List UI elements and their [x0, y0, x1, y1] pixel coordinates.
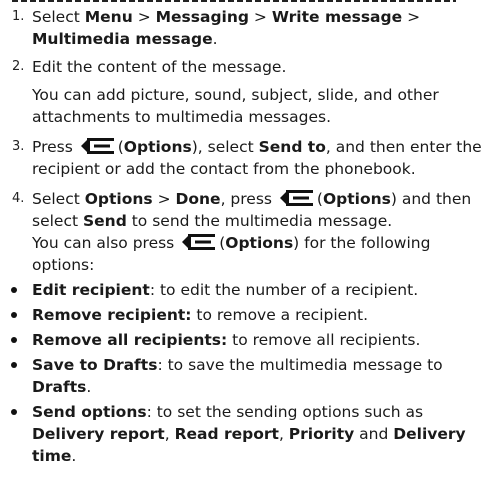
bullet-text: to remove a recipient. [191, 306, 369, 324]
bullet-dot [11, 362, 17, 368]
bullet-term: Remove all recipients: [32, 331, 228, 349]
bullet-text: , [278, 425, 289, 443]
bullet-text: : to set the sending options such as [146, 403, 424, 421]
bullet-text: , [164, 425, 175, 443]
left-softkey-icon [279, 188, 314, 208]
options-term: Options [225, 234, 294, 252]
send-to-term: Send to [258, 138, 326, 156]
options-term: Options [322, 190, 391, 208]
bullet-text: and [354, 425, 394, 443]
separator: > [402, 8, 421, 26]
options-term: Options [123, 138, 192, 156]
bullet-edit-recipient: Edit recipient: to edit the number of a … [0, 279, 496, 301]
instructions: 1. Select Menu > Messaging > Write messa… [0, 6, 496, 467]
step-text: , press [220, 190, 277, 208]
multimedia-message-term: Multimedia message [32, 30, 213, 48]
step-4-note: You can also press (Options) for the fol… [32, 232, 431, 274]
bullet-send-options: Send options: to set the sending options… [0, 401, 496, 467]
drafts-term: Drafts [32, 378, 87, 396]
step-text: to send the multimedia message. [126, 212, 393, 230]
delivery-report-term: Delivery report [32, 425, 165, 443]
step-3: 3. Press (Options), select Send to, and … [12, 136, 482, 178]
bullet-dot [11, 409, 17, 415]
separator: > [152, 190, 176, 208]
bullet-dot [11, 287, 17, 293]
write-message-term: Write message [271, 8, 403, 26]
bullet-text: : to edit the number of a recipient. [149, 281, 419, 299]
step-number: 1. [12, 9, 25, 24]
step-number: 4. [12, 191, 25, 206]
bullet-remove-recipient: Remove recipient: to remove a recipient. [0, 304, 496, 326]
top-rule [0, 0, 496, 3]
bullet-remove-all-recipients: Remove all recipients: to remove all rec… [0, 329, 496, 351]
done-term: Done [175, 190, 221, 208]
bullet-text: . [71, 447, 77, 465]
step-number: 2. [12, 59, 25, 74]
step-text: Edit the content of the message. [32, 58, 287, 76]
step-text: , select [197, 138, 259, 156]
bullet-dot [11, 337, 17, 343]
bullet-text: : to save the multimedia message to [157, 356, 443, 374]
priority-term: Priority [288, 425, 355, 443]
separator: > [132, 8, 156, 26]
read-report-term: Read report [174, 425, 279, 443]
separator: > [249, 8, 272, 26]
step-2: 2. Edit the content of the message. [0, 56, 496, 78]
step-text: . [212, 30, 218, 48]
bullet-text: to remove all recipients. [227, 331, 421, 349]
note-text: You can also press [32, 234, 180, 252]
step-text: Press [32, 138, 78, 156]
left-softkey-icon [182, 232, 216, 252]
step-number: 3. [12, 139, 25, 154]
options-term: Options [84, 190, 153, 208]
step-2-note: You can add picture, sound, subject, sli… [32, 86, 439, 126]
step-1: 1. Select Menu > Messaging > Write messa… [0, 6, 496, 50]
bullet-term: Edit recipient [32, 281, 150, 299]
left-softkey-icon [80, 136, 115, 156]
bullet-text: . [86, 378, 92, 396]
bullet-dot [11, 312, 17, 318]
step-text: Select [32, 190, 85, 208]
bullet-term: Remove recipient: [32, 306, 192, 324]
bullet-term: Send options [32, 403, 147, 421]
send-term: Send [82, 212, 127, 230]
step-4: 4. Select Options > Done, press (Options… [12, 188, 472, 230]
messaging-term: Messaging [155, 8, 249, 26]
bullet-term: Save to Drafts [32, 356, 158, 374]
step-text: Select [32, 8, 85, 26]
menu-term: Menu [84, 8, 133, 26]
bullet-save-to-drafts: Save to Drafts: to save the multimedia m… [0, 354, 496, 398]
